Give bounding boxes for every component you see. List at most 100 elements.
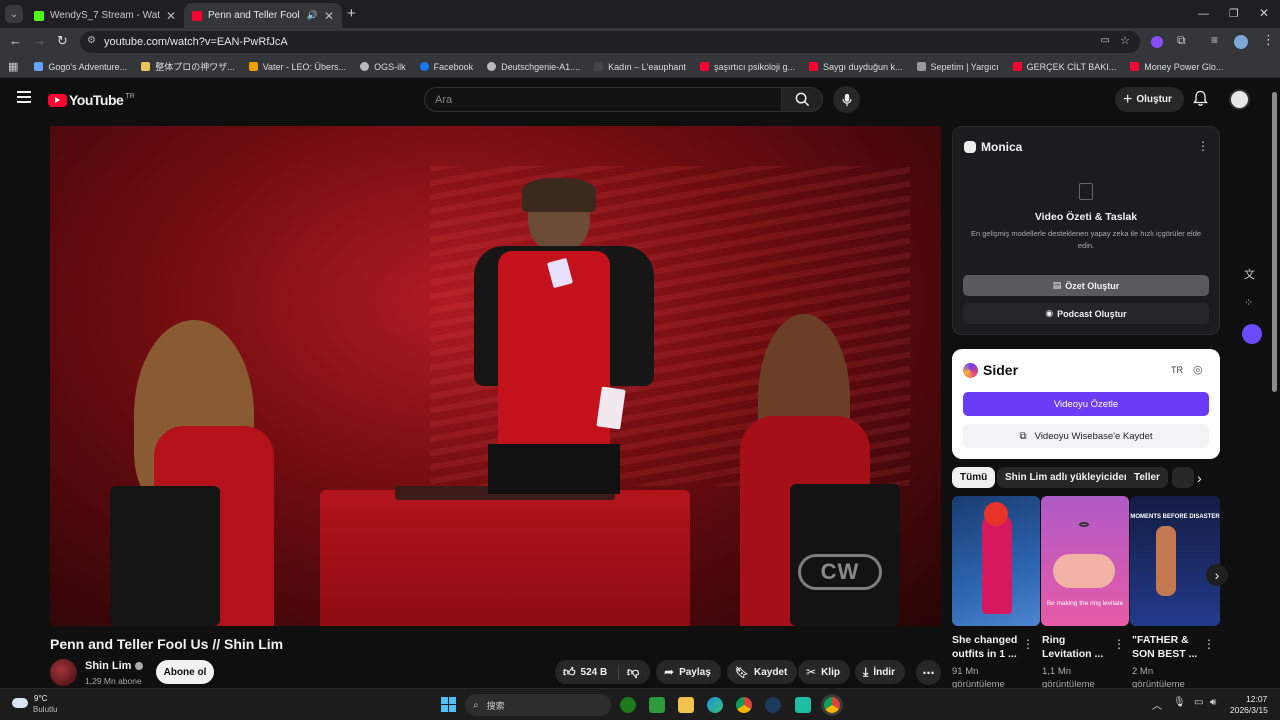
document-icon bbox=[1079, 183, 1093, 200]
bookmark-star-icon[interactable]: ☆ bbox=[1120, 34, 1130, 47]
app-teal-icon[interactable] bbox=[795, 697, 811, 713]
extensions-icon[interactable]: ⧉ bbox=[1177, 33, 1186, 48]
close-tab-icon[interactable]: ✕ bbox=[324, 9, 334, 23]
recommendation-thumbnail[interactable]: Be making the ring levitate bbox=[1041, 496, 1129, 626]
chrome-active-icon[interactable] bbox=[824, 697, 840, 713]
bookmark-item[interactable]: GERÇEK CİLT BAKI... bbox=[1012, 62, 1116, 72]
close-window-icon[interactable]: ✕ bbox=[1259, 6, 1269, 20]
channel-avatar[interactable] bbox=[50, 659, 77, 686]
forward-icon[interactable]: → bbox=[33, 33, 46, 48]
clock-date[interactable]: 2026/3/15 bbox=[1230, 705, 1268, 715]
tab-search-icon[interactable]: ⌄ bbox=[5, 5, 23, 23]
reading-list-icon[interactable]: ≡ bbox=[1211, 33, 1218, 47]
xbox-icon[interactable] bbox=[620, 697, 636, 713]
reload-icon[interactable]: ↻ bbox=[57, 33, 68, 49]
youtube-logo[interactable]: YouTube TR bbox=[48, 92, 135, 108]
browser-tab-penn-teller[interactable]: Penn and Teller Fool Us // S 🔊 ✕ bbox=[184, 3, 342, 28]
chip-all[interactable]: Tümü bbox=[952, 467, 996, 488]
recommendation-thumbnail[interactable]: MOMENTS BEFORE DISASTER bbox=[1130, 496, 1220, 626]
summary-button[interactable]: ▤ Özet Oluştur bbox=[963, 275, 1209, 296]
back-icon[interactable]: ← bbox=[9, 33, 22, 48]
bookmark-item[interactable]: Facebook bbox=[419, 62, 473, 72]
weather-cloud-icon[interactable] bbox=[12, 698, 28, 708]
tray-mic-icon[interactable]: 🎙︎ bbox=[1173, 697, 1186, 708]
chrome-icon[interactable] bbox=[736, 697, 752, 713]
edge-icon[interactable] bbox=[707, 697, 723, 713]
sider-settings-icon[interactable]: ◎ bbox=[1193, 363, 1203, 376]
translate-icon[interactable]: 文 bbox=[1244, 266, 1255, 282]
bookmark-item[interactable]: Sepetim | Yargıcı bbox=[916, 62, 999, 72]
address-bar[interactable]: ⚙ youtube.com/watch?v=EAN-PwRfJcA ▭ ☆ bbox=[80, 31, 1140, 53]
chips-next-chevron-icon[interactable]: › bbox=[1197, 470, 1202, 486]
summarize-video-button[interactable]: Videoyu Özetle bbox=[963, 392, 1209, 416]
chip-teller[interactable]: Teller bbox=[1126, 467, 1168, 488]
channel-name[interactable]: Shin Lim bbox=[85, 660, 144, 672]
hamburger-menu-icon[interactable] bbox=[17, 91, 31, 103]
account-avatar[interactable] bbox=[1229, 89, 1250, 110]
weather-temp[interactable]: 9°C bbox=[34, 694, 47, 703]
apps-grid-icon[interactable]: ▦ bbox=[8, 60, 18, 73]
more-actions-button[interactable]: ⋯ bbox=[916, 660, 941, 685]
bookmark-item[interactable]: şaşırtıcı psikoloji g... bbox=[699, 62, 795, 72]
chip-from-uploader[interactable]: Shin Lim adlı yükleyiciden bbox=[997, 467, 1139, 488]
notifications-bell-icon[interactable] bbox=[1193, 90, 1208, 106]
start-windows-icon[interactable] bbox=[441, 697, 456, 712]
restore-icon[interactable]: ❐ bbox=[1229, 7, 1239, 20]
recommendation-title[interactable]: She changed outfits in 1 ... bbox=[952, 633, 1024, 661]
dislike-button[interactable]: 👎︎ bbox=[619, 665, 639, 680]
file-explorer-icon[interactable] bbox=[678, 697, 694, 713]
clock-time[interactable]: 12:07 bbox=[1246, 694, 1267, 704]
video-player[interactable]: CW bbox=[50, 126, 941, 626]
recommendation-title[interactable]: Ring Levitation ... bbox=[1042, 633, 1114, 661]
page-scrollbar[interactable] bbox=[1272, 92, 1277, 392]
bookmark-item[interactable]: Money Power Glo... bbox=[1130, 62, 1223, 72]
recommendation-title[interactable]: "FATHER & SON BEST ... bbox=[1132, 633, 1204, 661]
tray-volume-icon[interactable]: 🔊︎ bbox=[1210, 697, 1216, 708]
new-tab-button[interactable]: + bbox=[347, 5, 356, 22]
cast-icon[interactable]: ▭ bbox=[1101, 35, 1110, 46]
bookmark-item[interactable]: OGS-ilk bbox=[360, 62, 406, 72]
search-button[interactable] bbox=[781, 87, 823, 112]
carousel-next-chevron-icon[interactable]: › bbox=[1206, 564, 1228, 586]
chip-partial[interactable] bbox=[1172, 467, 1194, 488]
share-button[interactable]: ➦ Paylaş bbox=[656, 660, 721, 684]
apps-icon[interactable]: ⁘ bbox=[1244, 296, 1253, 309]
tray-monitor-icon[interactable]: ▭ bbox=[1194, 697, 1203, 708]
more-options-icon[interactable]: ⋮ bbox=[1203, 637, 1215, 651]
monica-extension-icon[interactable] bbox=[1151, 36, 1163, 48]
create-button[interactable]: + Oluştur bbox=[1115, 87, 1184, 112]
bookmark-item[interactable]: Vater - LEO: Übers... bbox=[248, 62, 346, 72]
minimize-icon[interactable]: — bbox=[1198, 8, 1209, 20]
voice-search-button[interactable] bbox=[833, 86, 860, 113]
steam-icon[interactable] bbox=[765, 697, 781, 713]
close-tab-icon[interactable]: ✕ bbox=[166, 9, 176, 23]
clip-button[interactable]: ✂ Klip bbox=[798, 660, 850, 684]
profile-avatar[interactable] bbox=[1234, 35, 1248, 49]
save-button[interactable]: 🔖︎ Kaydet bbox=[727, 660, 798, 684]
monica-menu-icon[interactable]: ⋮ bbox=[1197, 139, 1209, 153]
bookmark-item[interactable]: Saygı duyduğun k... bbox=[808, 62, 903, 72]
bookmark-item[interactable]: Kadın – L'eauphant bbox=[594, 62, 686, 72]
bookmark-item[interactable]: 整体プロの神ワザ... bbox=[141, 60, 235, 73]
like-button[interactable]: 👍︎ 524 B bbox=[555, 664, 619, 680]
tray-chevron-icon[interactable]: ︿ bbox=[1152, 697, 1162, 712]
audio-playing-icon[interactable]: 🔊 bbox=[307, 10, 318, 21]
more-options-icon[interactable]: ⋮ bbox=[1113, 637, 1125, 651]
save-wisebase-button[interactable]: ⧉ Videoyu Wisebase'e Kaydet bbox=[963, 424, 1209, 448]
subscribe-button[interactable]: Abone ol bbox=[156, 660, 214, 684]
bookmark-item[interactable]: Deutschgenie-A1.... bbox=[487, 62, 580, 72]
taskbar-search-box[interactable]: ⌕ 搜索 bbox=[465, 694, 611, 716]
browser-tab-wendys[interactable]: WendyS_7 Stream - Watch Li... ✕ bbox=[26, 3, 184, 28]
bookmark-item[interactable]: Gogo's Adventure... bbox=[34, 62, 127, 72]
bookmark-favicon-icon bbox=[141, 62, 151, 71]
browser-menu-icon[interactable]: ⋮ bbox=[1262, 32, 1275, 48]
site-info-icon[interactable]: ⚙ bbox=[87, 35, 96, 46]
download-button[interactable]: ⤓ İndir bbox=[855, 660, 905, 684]
sider-language[interactable]: TR bbox=[1171, 365, 1183, 375]
more-options-icon[interactable]: ⋮ bbox=[1022, 637, 1034, 651]
app-green-icon[interactable] bbox=[649, 697, 665, 713]
monica-sidebar-icon[interactable] bbox=[1242, 324, 1262, 344]
search-input[interactable]: Ara bbox=[424, 87, 782, 112]
recommendation-thumbnail[interactable] bbox=[952, 496, 1040, 626]
podcast-button[interactable]: ◉ Podcast Oluştur bbox=[963, 303, 1209, 324]
